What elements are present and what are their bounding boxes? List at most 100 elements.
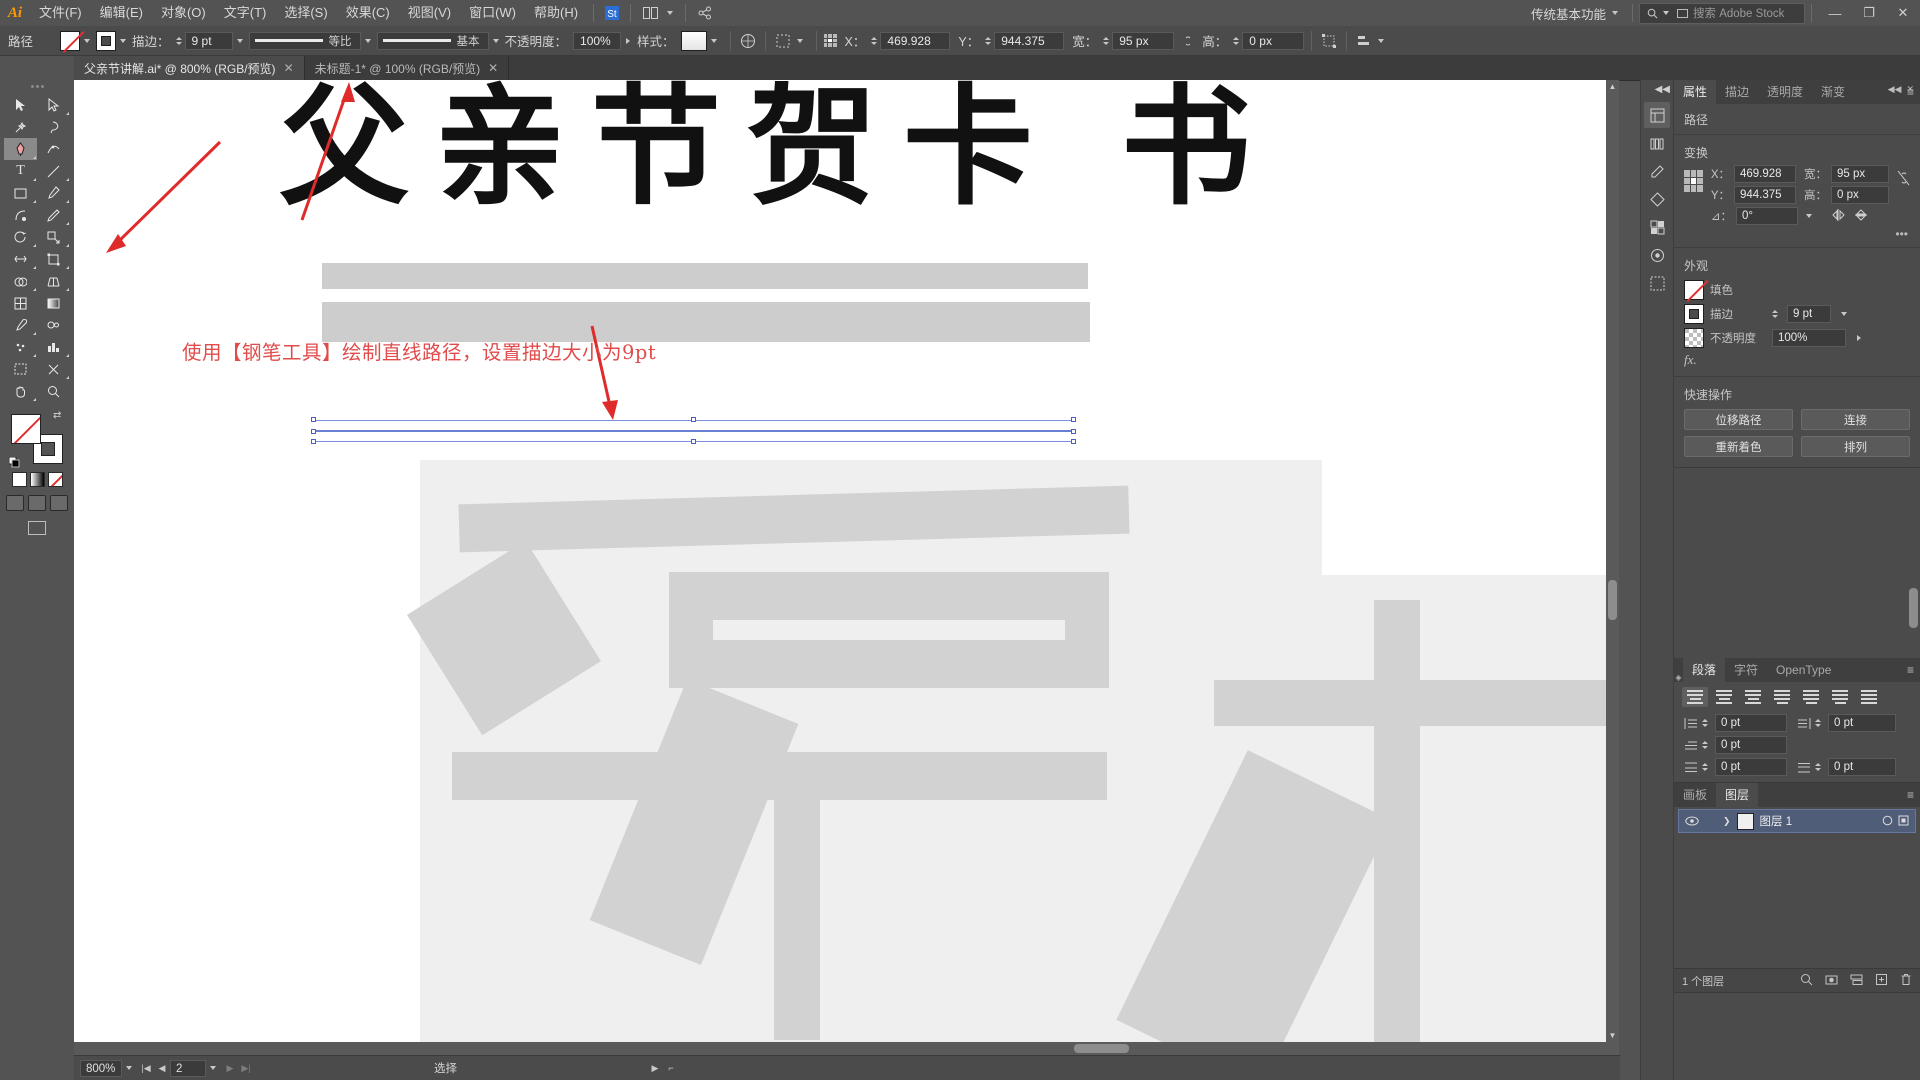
menu-window[interactable]: 窗口(W) [460, 0, 525, 26]
properties-x-field[interactable]: 469.928 [1734, 165, 1796, 183]
stroke-swatch-caret-icon[interactable] [120, 38, 126, 43]
libraries-rail-icon[interactable] [1644, 130, 1670, 156]
none-mode-icon[interactable] [47, 472, 63, 487]
tab-properties[interactable]: 属性 [1674, 80, 1717, 104]
height-value-field[interactable]: 0 px [1242, 31, 1305, 50]
workspace-switcher[interactable]: 传统基本功能 [1523, 2, 1626, 24]
appearance-stroke-caret-icon[interactable] [1841, 312, 1847, 316]
line-segment-tool[interactable] [37, 160, 70, 182]
space-before-stepper[interactable] [1702, 763, 1708, 771]
hand-tool[interactable] [4, 380, 37, 402]
paintbrush-tool[interactable] [37, 182, 70, 204]
rail-collapse-icon[interactable]: ◀◀ [1655, 84, 1670, 95]
direct-selection-tool[interactable] [37, 94, 70, 116]
tab-stroke[interactable]: 描边 [1716, 80, 1759, 104]
opacity-flyout-icon[interactable] [626, 37, 631, 44]
x-stepper[interactable] [871, 36, 878, 45]
tools-panel-handle[interactable] [0, 80, 74, 92]
doc-tab-close-icon-2[interactable]: ✕ [488, 61, 498, 75]
indent-right-field[interactable]: 0 pt [1828, 714, 1896, 732]
locate-object-icon[interactable] [1800, 973, 1813, 989]
stroke-weight-stepper[interactable] [175, 36, 182, 45]
anchor-point-mid-bottom[interactable] [691, 439, 696, 444]
close-button[interactable]: ✕ [1886, 0, 1920, 26]
first-line-indent-stepper[interactable] [1702, 741, 1708, 749]
anchor-point-right-top[interactable] [1071, 417, 1076, 422]
layer-name[interactable]: 图层 1 [1760, 813, 1793, 829]
tab-opentype[interactable]: OpenType [1767, 658, 1841, 682]
perspective-grid-tool[interactable] [37, 270, 70, 292]
scale-tool[interactable] [37, 226, 70, 248]
paragraph-panel-collapse[interactable]: ◀◀ ✕ [1888, 84, 1914, 95]
properties-w-field[interactable]: 95 px [1831, 165, 1889, 183]
justify-last-right-button[interactable] [1827, 687, 1853, 707]
layer-expand-icon[interactable]: ❯ [1723, 816, 1731, 827]
properties-y-field[interactable]: 944.375 [1734, 186, 1796, 204]
anchor-point-right-mid[interactable] [1071, 429, 1076, 434]
layer-row[interactable]: ❯ 图层 1 [1678, 809, 1916, 833]
tab-paragraph[interactable]: 段落 [1683, 658, 1726, 682]
color-swatch-mode-icon[interactable] [11, 472, 27, 487]
indent-left-stepper[interactable] [1702, 719, 1708, 727]
y-value-field[interactable]: 944.375 [994, 31, 1065, 50]
canvas-vertical-scrollbar[interactable]: ▲ ▼ [1606, 80, 1619, 1055]
transform-panel-icon[interactable] [1319, 31, 1339, 51]
lasso-tool[interactable] [37, 116, 70, 138]
properties-angle-field[interactable]: 0° [1735, 207, 1798, 225]
free-transform-tool[interactable] [37, 248, 70, 270]
appearance-stroke-field[interactable]: 9 pt [1787, 305, 1831, 323]
stock-badge-icon[interactable]: St [600, 2, 624, 24]
align-panel-icon[interactable] [1354, 31, 1374, 51]
align-left-button[interactable] [1682, 687, 1708, 707]
stroke-weight-caret-icon[interactable] [236, 38, 243, 43]
change-screen-mode-icon[interactable] [28, 521, 46, 535]
layers-panel-menu-icon[interactable]: ≡ [1907, 783, 1920, 807]
type-tool[interactable]: T [4, 160, 37, 182]
fill-swatch-caret-icon[interactable] [84, 38, 90, 43]
layer-select-indicator-icon[interactable] [1898, 814, 1909, 829]
join-button[interactable]: 连接 [1801, 409, 1910, 430]
anchor-point-left-bottom[interactable] [311, 439, 316, 444]
prev-artboard-button[interactable]: ◀ [154, 1060, 170, 1077]
gradient-mode-icon[interactable] [29, 472, 45, 487]
artboard-tool[interactable] [4, 358, 37, 380]
select-similar-caret-icon[interactable] [796, 38, 803, 43]
appearance-opacity-flyout-icon[interactable] [1857, 335, 1861, 341]
stock-search-input[interactable]: 搜索 Adobe Stock [1639, 2, 1805, 24]
opacity-value[interactable]: 100% [573, 31, 622, 50]
delete-layer-icon[interactable] [1900, 973, 1912, 989]
magic-wand-tool[interactable] [4, 116, 37, 138]
width-tool[interactable] [4, 248, 37, 270]
align-center-button[interactable] [1711, 687, 1737, 707]
tab-gradient[interactable]: 渐变 [1812, 80, 1855, 104]
y-stepper[interactable] [985, 36, 992, 45]
appearance-opacity-field[interactable]: 100% [1772, 329, 1846, 347]
doc-tab-close-icon-1[interactable]: ✕ [284, 61, 294, 75]
blend-tool[interactable] [37, 314, 70, 336]
zoom-tool[interactable] [37, 380, 70, 402]
tab-character[interactable]: 字符 [1725, 658, 1768, 682]
style-caret-icon[interactable] [710, 38, 717, 43]
stroke-color-swatch[interactable] [96, 30, 116, 51]
anchor-point-mid-top[interactable] [691, 417, 696, 422]
restore-button[interactable]: ❐ [1852, 0, 1886, 26]
doc-tab-inactive[interactable]: 未标题-1* @ 100% (RGB/预览) ✕ [304, 56, 510, 80]
eyedropper-tool[interactable] [4, 314, 37, 336]
create-sublayer-icon[interactable] [1850, 973, 1863, 989]
pencil-tool[interactable] [37, 204, 70, 226]
offset-path-button[interactable]: 位移路径 [1684, 409, 1793, 430]
appearance-stroke-swatch[interactable] [1684, 304, 1704, 324]
properties-rail-icon[interactable] [1644, 102, 1670, 128]
stroke-weight-value[interactable]: 9 pt [184, 31, 233, 50]
brush-definition-dropdown[interactable]: 基本 [376, 31, 489, 50]
swatches-rail-icon[interactable] [1644, 214, 1670, 240]
justify-all-button[interactable] [1856, 687, 1882, 707]
last-artboard-button[interactable]: ▶| [238, 1060, 254, 1077]
transform-more-options-icon[interactable]: ••• [1674, 225, 1920, 245]
symbols-rail-icon[interactable] [1644, 186, 1670, 212]
drawing-mode-inside-icon[interactable] [50, 495, 68, 511]
canvas-horizontal-scrollbar[interactable] [74, 1042, 1606, 1055]
vertical-scroll-thumb[interactable] [1608, 580, 1617, 620]
shaper-tool[interactable] [4, 204, 37, 226]
indent-right-stepper[interactable] [1815, 719, 1821, 727]
